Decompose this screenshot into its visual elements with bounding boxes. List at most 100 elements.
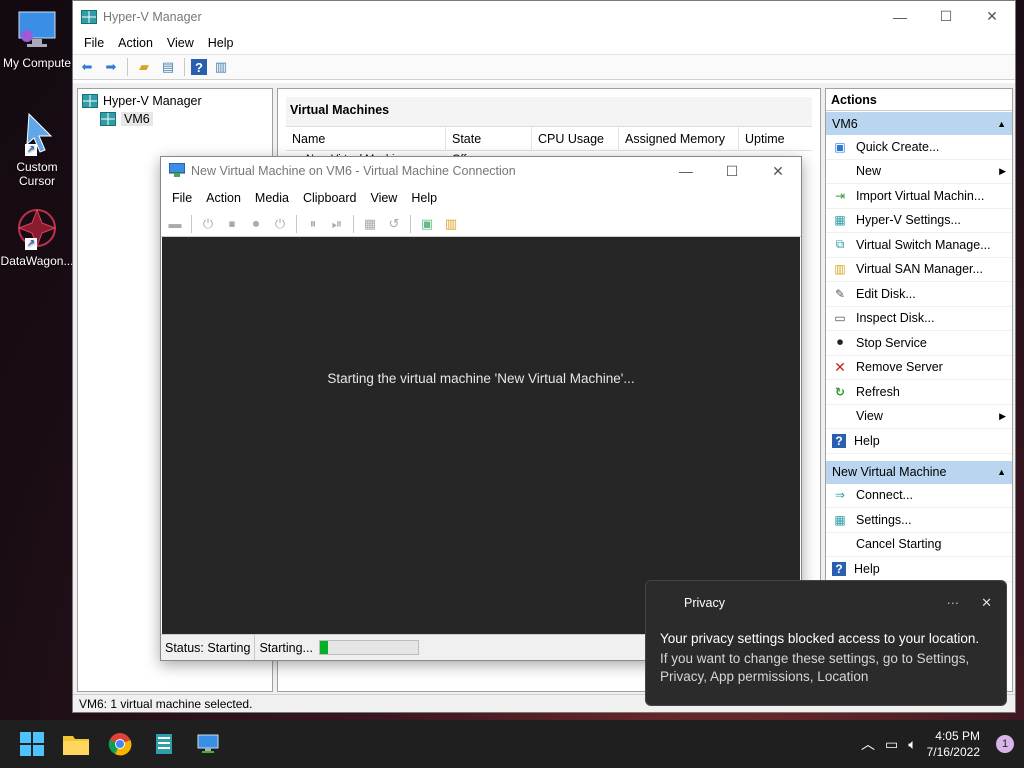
resume-icon[interactable]: ⏯ (327, 214, 347, 234)
action-inspect-disk[interactable]: ▭ Inspect Disk... (826, 307, 1012, 331)
tree-item-label: Hyper-V Manager (103, 94, 202, 108)
action-virtual-san-manager[interactable]: ▥ Virtual SAN Manager... (826, 258, 1012, 282)
actions-section-new-virtual-machine[interactable]: New Virtual Machine ▲ (826, 459, 1012, 484)
menu-view[interactable]: View (160, 36, 201, 50)
more-options-icon[interactable]: ··· (947, 596, 960, 610)
shutdown-icon[interactable]: ⏺ (246, 214, 266, 234)
ctrl-alt-del-icon[interactable]: ▬ (165, 214, 185, 234)
toast-body: If you want to change these settings, go… (660, 651, 970, 684)
privacy-notification[interactable]: Privacy ··· ✕ Your privacy settings bloc… (645, 580, 1007, 706)
pause-icon[interactable]: ⏸ (303, 214, 323, 234)
action-help[interactable]: ? Help (826, 429, 1012, 454)
menu-help[interactable]: Help (201, 36, 241, 50)
toast-close-icon[interactable]: ✕ (981, 595, 992, 611)
notification-badge[interactable]: 1 (996, 735, 1014, 753)
up-folder-icon[interactable]: ▰ (134, 57, 154, 77)
minimize-button[interactable]: — (663, 157, 709, 185)
status-detail: Starting... (259, 640, 313, 655)
column-state[interactable]: State (446, 127, 532, 150)
maximize-button[interactable]: ☐ (923, 1, 969, 32)
hyperv-titlebar[interactable]: Hyper-V Manager — ☐ ✕ (73, 1, 1015, 32)
share-icon[interactable]: ▥ (441, 214, 461, 234)
maximize-button[interactable]: ☐ (709, 157, 755, 185)
menu-action[interactable]: Action (199, 191, 248, 205)
menu-file[interactable]: File (77, 36, 111, 50)
vm-screen[interactable]: Starting the virtual machine 'New Virtua… (162, 237, 800, 634)
clock[interactable]: 4:05 PM 7/16/2022 (927, 728, 980, 760)
chrome-button[interactable] (98, 722, 142, 766)
action-label: Help (854, 561, 880, 576)
close-button[interactable]: ✕ (969, 1, 1015, 32)
back-arrow-icon[interactable]: ⬅ (77, 57, 97, 77)
collapse-up-icon[interactable]: ▲ (997, 467, 1006, 477)
column-cpu-usage[interactable]: CPU Usage (532, 127, 619, 150)
progress-fill (319, 641, 328, 654)
checkpoint-icon[interactable]: ▦ (360, 214, 380, 234)
enhanced-session-icon[interactable]: ▣ (417, 214, 437, 234)
volume-icon[interactable]: 🔈︎ (908, 736, 916, 753)
action-connect[interactable]: ⇒ Connect... (826, 484, 1012, 508)
action-cancel-starting[interactable]: Cancel Starting (826, 533, 1012, 557)
menu-clipboard[interactable]: Clipboard (296, 191, 364, 205)
action-quick-create[interactable]: ▣ Quick Create... (826, 135, 1012, 160)
help-icon[interactable]: ? (191, 59, 207, 75)
hyperv-manager-taskbar-button[interactable] (142, 722, 186, 766)
action-help-vm[interactable]: ? Help (826, 557, 1012, 582)
start-button[interactable] (10, 722, 54, 766)
action-refresh[interactable]: ↻ Refresh (826, 380, 1012, 405)
remove-icon: ✕ (834, 358, 846, 375)
section-title: New Virtual Machine (832, 465, 947, 479)
column-uptime[interactable]: Uptime (739, 127, 809, 150)
close-button[interactable]: ✕ (755, 157, 801, 185)
show-hide-action-pane-icon[interactable]: ▥ (211, 57, 231, 77)
action-label: Import Virtual Machin... (856, 188, 985, 203)
column-assigned-memory[interactable]: Assigned Memory (619, 127, 739, 150)
power-icon[interactable]: ⏻ (270, 214, 290, 234)
show-hide-tree-icon[interactable]: ▤ (158, 57, 178, 77)
turn-off-icon[interactable]: ⏹ (222, 214, 242, 234)
action-label: Help (854, 433, 880, 448)
action-virtual-switch-manager[interactable]: ⧉ Virtual Switch Manage... (826, 233, 1012, 258)
action-edit-disk[interactable]: ✎ Edit Disk... (826, 282, 1012, 307)
menu-view[interactable]: View (363, 191, 404, 205)
window-title: New Virtual Machine on VM6 - Virtual Mac… (191, 164, 516, 178)
menu-help[interactable]: Help (404, 191, 444, 205)
toast-title: Your privacy settings blocked access to … (660, 631, 980, 646)
help-icon: ? (832, 433, 846, 448)
switch-icon: ⧉ (835, 237, 845, 252)
settings-icon: ▦ (834, 213, 846, 228)
vm-connect-taskbar-button[interactable] (186, 722, 230, 766)
menu-action[interactable]: Action (111, 36, 160, 50)
desktop-icon-custom-cursor[interactable]: ↗ Custom Cursor (0, 112, 74, 188)
blank-icon (832, 408, 848, 424)
action-label: Virtual SAN Manager... (856, 262, 983, 277)
chevron-up-icon[interactable]: ︿ (861, 734, 875, 754)
action-import-virtual-machine[interactable]: ⇥ Import Virtual Machin... (826, 184, 1012, 209)
minimize-button[interactable]: — (877, 1, 923, 32)
desktop-icon-my-computer[interactable]: My Compute (0, 8, 74, 70)
file-explorer-button[interactable] (54, 722, 98, 766)
forward-arrow-icon[interactable]: ➡ (101, 57, 121, 77)
action-view[interactable]: View ▶ (826, 405, 1012, 429)
actions-section-vm6[interactable]: VM6 ▲ (826, 111, 1012, 135)
column-name[interactable]: Name (286, 127, 446, 150)
action-stop-service[interactable]: ⏺ Stop Service (826, 331, 1012, 356)
desktop-icon-datawagon[interactable]: ↗ DataWagon... (0, 206, 74, 268)
network-icon[interactable]: ▭ (885, 736, 898, 753)
menu-file[interactable]: File (165, 191, 199, 205)
tree-item-hyperv-manager[interactable]: Hyper-V Manager (82, 92, 268, 110)
action-remove-server[interactable]: ✕ Remove Server (826, 356, 1012, 380)
revert-icon[interactable]: ↺ (384, 214, 404, 234)
action-new[interactable]: New ▶ (826, 160, 1012, 184)
tree-item-vm6[interactable]: VM6 (100, 110, 268, 128)
action-hyperv-settings[interactable]: ▦ Hyper-V Settings... (826, 209, 1012, 233)
vmc-titlebar[interactable]: New Virtual Machine on VM6 - Virtual Mac… (161, 157, 801, 185)
toolbar-separator (410, 214, 411, 233)
settings-icon: ▦ (834, 512, 846, 527)
start-icon[interactable]: ⏻ (198, 214, 218, 234)
action-label: Connect... (856, 488, 913, 503)
collapse-up-icon[interactable]: ▲ (997, 119, 1006, 129)
action-settings[interactable]: ▦ Settings... (826, 508, 1012, 533)
server-icon (100, 112, 116, 126)
menu-media[interactable]: Media (248, 191, 296, 205)
